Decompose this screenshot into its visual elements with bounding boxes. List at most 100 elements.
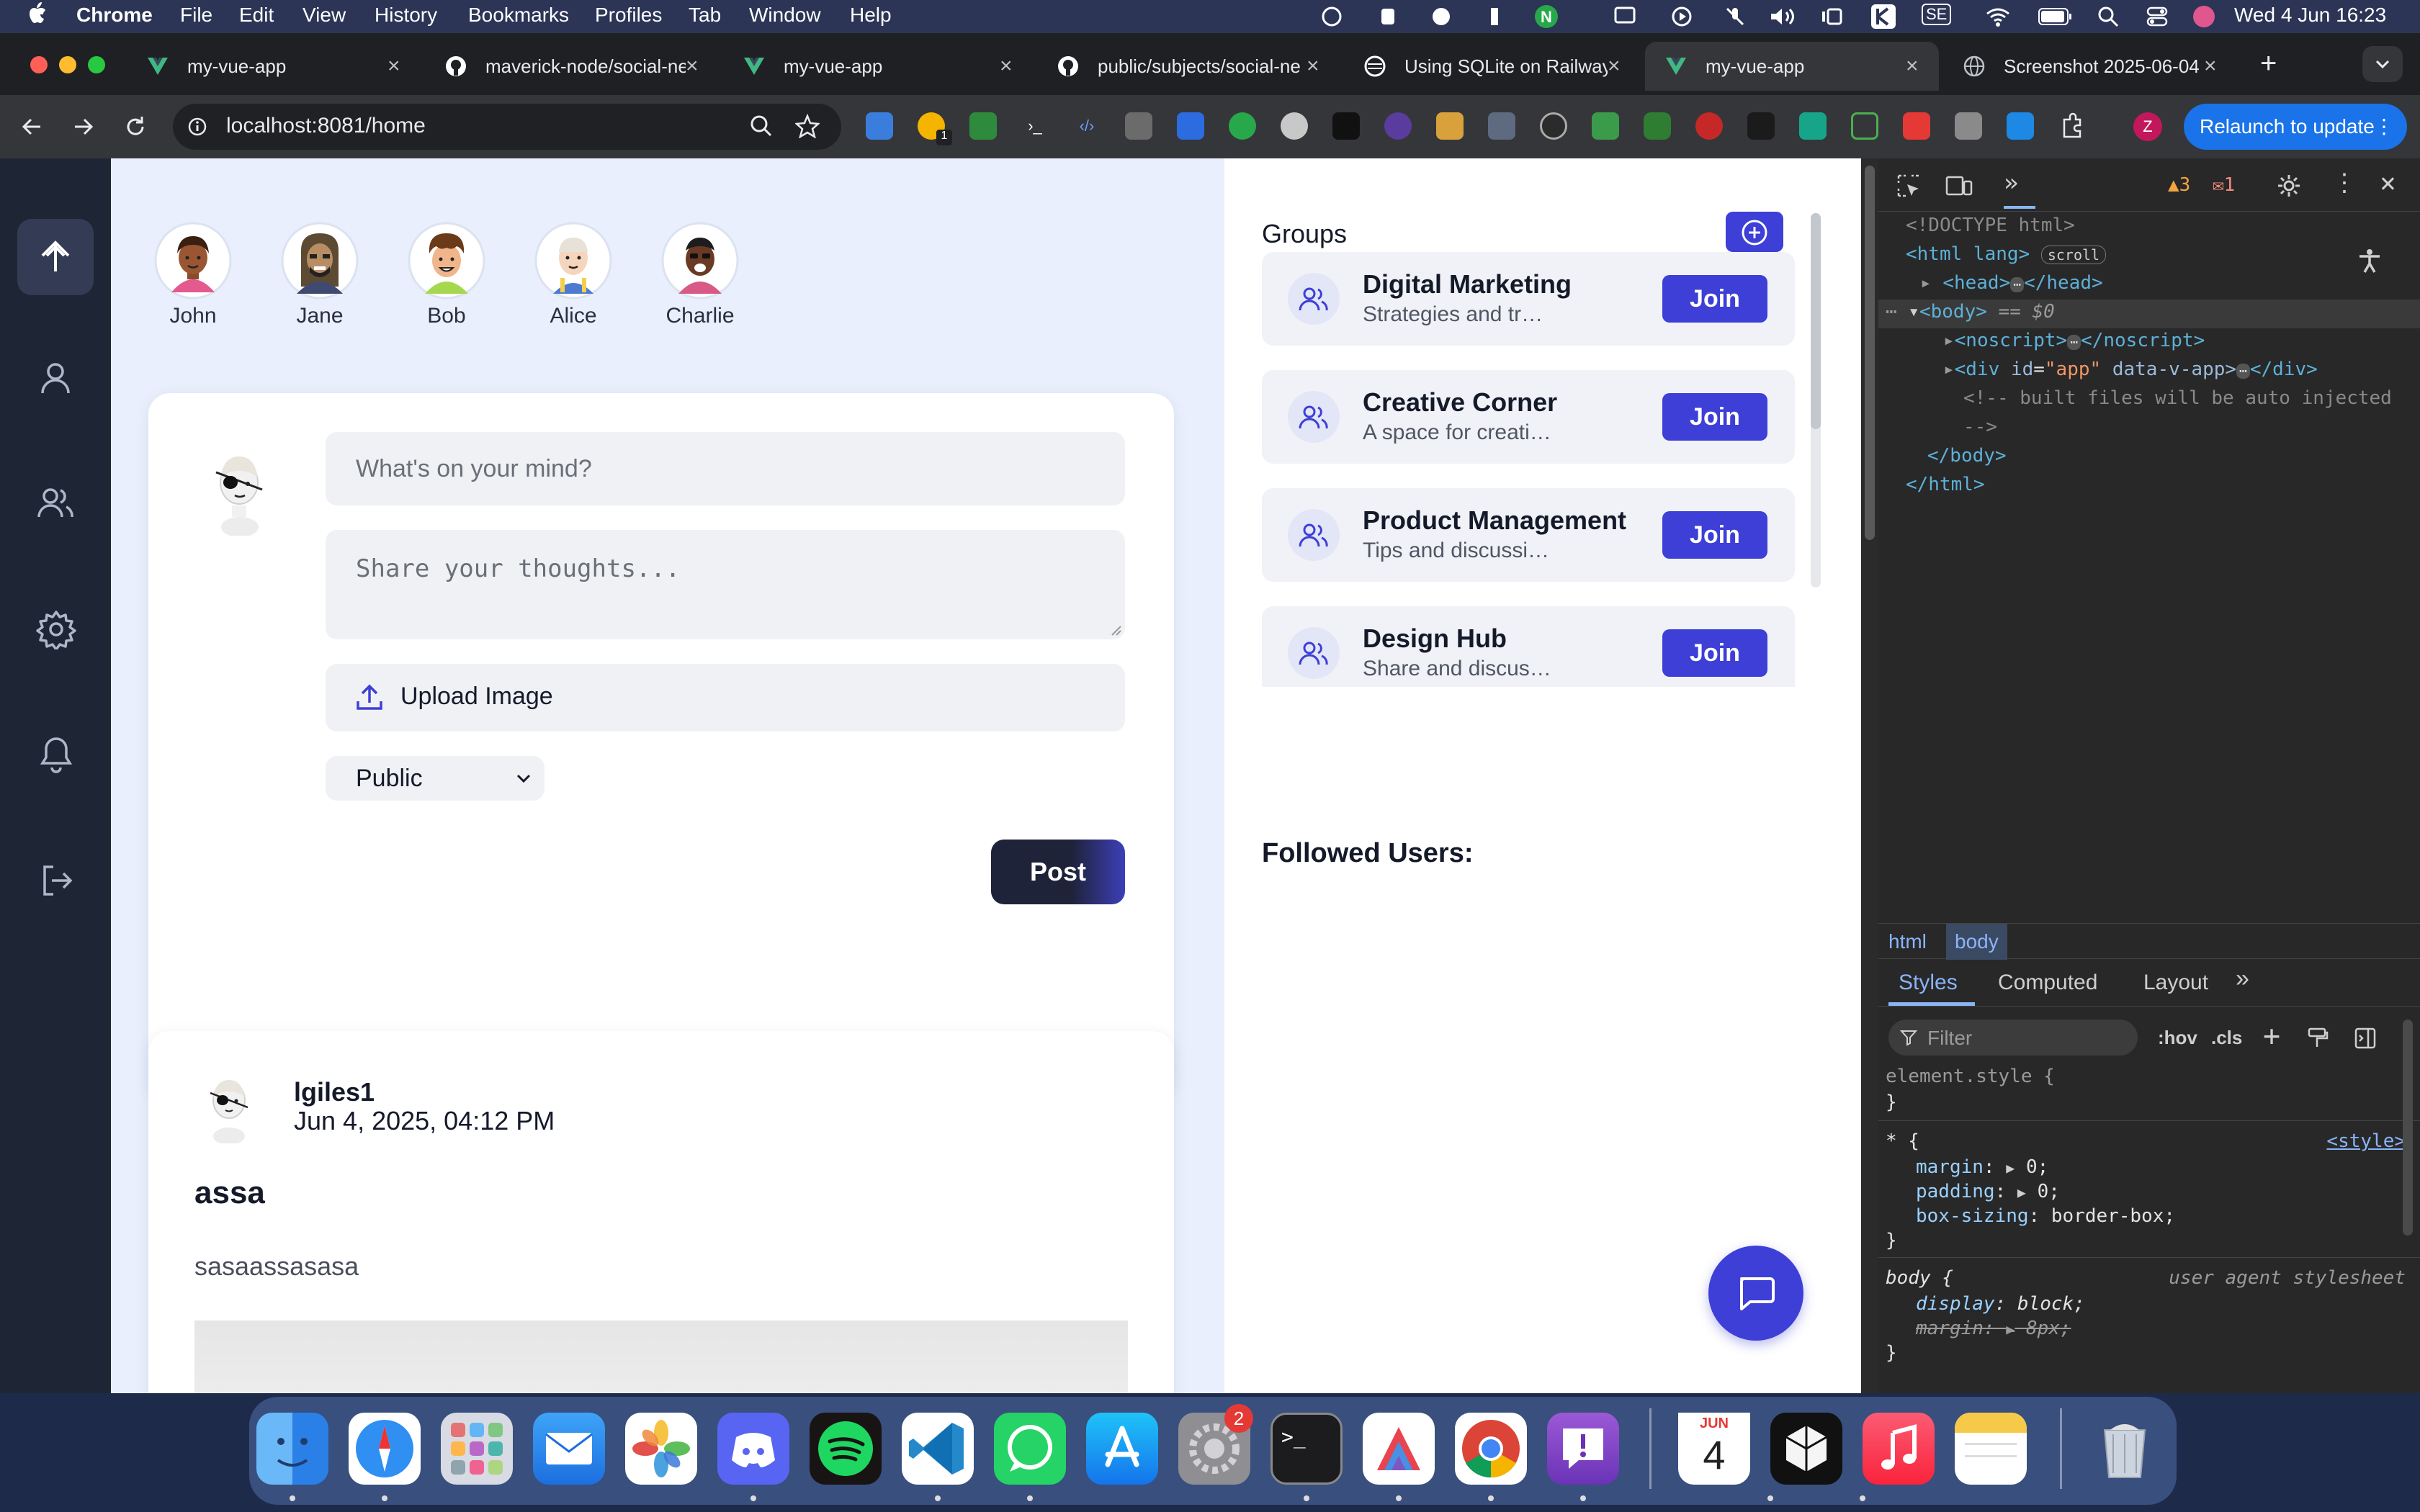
close-devtools-icon[interactable]: × <box>2380 167 2396 199</box>
expand-arrow-icon[interactable]: ▶ <box>2017 1184 2026 1201</box>
expand-arrow-icon[interactable]: ▶ <box>2006 1159 2015 1176</box>
extension-icon[interactable]: ‹/› <box>1073 112 1101 140</box>
universal-rule-selector[interactable]: * { <box>1886 1130 1919 1152</box>
dock-whatsapp-icon[interactable] <box>994 1413 1066 1485</box>
status-icon-3[interactable] <box>1430 6 1452 27</box>
extension-icon[interactable] <box>1125 112 1152 140</box>
extension-icon[interactable] <box>1332 112 1360 140</box>
group-card[interactable]: Creative Corner A space for creati… Join <box>1262 370 1795 464</box>
dock-mail-icon[interactable] <box>533 1413 605 1485</box>
styles-scrollbar[interactable] <box>2403 1020 2413 1236</box>
element-style-rule[interactable]: element.style { <box>1886 1066 2055 1087</box>
menu-history[interactable]: History <box>375 4 437 27</box>
play-icon[interactable] <box>1671 6 1693 27</box>
breadcrumb-body[interactable]: body <box>1946 924 2007 960</box>
css-declaration[interactable]: margin: ▶ 0; <box>1916 1156 2048 1178</box>
privacy-select[interactable]: Public <box>326 756 544 801</box>
browser-tab[interactable]: Using SQLite on Railway × <box>1344 42 1641 91</box>
close-tab-icon[interactable]: × <box>1608 54 1629 78</box>
extension-icon[interactable] <box>866 112 893 140</box>
story-item[interactable]: John <box>154 222 232 328</box>
post-button[interactable]: Post <box>991 840 1125 904</box>
dom-body-node[interactable]: ⋯ ▾<body> == $0 <box>1886 301 2055 323</box>
cls-toggle[interactable]: .cls <box>2211 1027 2242 1049</box>
extension-icon[interactable] <box>1644 112 1671 140</box>
status-icon-2[interactable] <box>1377 6 1399 27</box>
menu-bookmarks[interactable]: Bookmarks <box>468 4 569 27</box>
inspect-element-icon[interactable] <box>1896 173 1922 199</box>
gear-icon[interactable] <box>2276 173 2302 199</box>
close-tab-icon[interactable]: × <box>1000 54 1021 78</box>
dom-html-close[interactable]: </html> <box>1906 474 1985 495</box>
expand-arrow-icon[interactable]: ▸ <box>1920 272 1932 294</box>
dom-html-node[interactable]: <html lang> scroll <box>1906 243 2107 265</box>
dock-trash-icon[interactable] <box>2089 1413 2161 1485</box>
sidebar-item-notifications[interactable] <box>37 734 75 775</box>
extension-icon[interactable] <box>1281 112 1308 140</box>
story-item[interactable]: Bob <box>408 222 485 328</box>
close-tab-icon[interactable]: × <box>1307 54 1328 78</box>
close-tab-icon[interactable]: × <box>686 54 707 78</box>
extension-icon[interactable] <box>1799 112 1827 140</box>
status-icon-n[interactable]: N <box>1534 4 1559 29</box>
clock[interactable]: Wed 4 Jun 16:23 <box>2234 4 2386 27</box>
dock-safari-icon[interactable] <box>349 1413 421 1485</box>
join-group-button[interactable]: Join <box>1662 629 1767 677</box>
page-scrollbar-thumb[interactable] <box>1865 166 1875 540</box>
dom-noscript-node[interactable]: ▸<noscript> ⋯ </noscript> <box>1943 330 2205 351</box>
css-declaration[interactable]: display: block; <box>1916 1293 2085 1315</box>
extension-icon[interactable] <box>1488 112 1515 140</box>
input-source-indicator[interactable]: SE <box>1922 4 1952 25</box>
extension-icon[interactable] <box>1177 112 1204 140</box>
dom-comment-line-2[interactable]: --> <box>1963 416 1997 438</box>
errors-counter[interactable]: ✉1 <box>2213 174 2235 196</box>
chat-button[interactable] <box>1708 1246 1803 1341</box>
site-info-icon[interactable] <box>187 117 207 137</box>
dock-feedback-icon[interactable] <box>1547 1413 1619 1485</box>
groups-scrollbar[interactable] <box>1811 213 1821 588</box>
dom-head-node[interactable]: ▸ <head> ⋯ </head> <box>1920 272 2103 294</box>
screen-mirror-icon[interactable] <box>1613 6 1638 27</box>
bookmark-star-icon[interactable] <box>795 114 820 138</box>
mic-off-icon[interactable] <box>1724 6 1746 27</box>
expand-arrow-icon[interactable]: ▶ <box>2006 1320 2015 1338</box>
browser-tab[interactable]: my-vue-app × <box>723 42 1033 91</box>
status-icon-4[interactable] <box>1484 6 1505 27</box>
dock-affinity-icon[interactable] <box>1363 1413 1435 1485</box>
wifi-icon[interactable] <box>1985 6 2011 27</box>
dom-comment-line-1[interactable]: <!-- built files will be auto injected <box>1963 387 2392 409</box>
join-group-button[interactable]: Join <box>1662 511 1767 559</box>
new-rule-icon[interactable]: + <box>2263 1020 2280 1053</box>
reload-icon[interactable] <box>122 114 148 140</box>
ellipsis-badge[interactable]: ⋯ <box>2236 364 2250 379</box>
resize-handle-icon[interactable] <box>1111 625 1122 636</box>
page-scrollbar[interactable] <box>1861 158 1878 1393</box>
browser-tab[interactable]: public/subjects/social-ne × <box>1037 42 1340 91</box>
menu-window[interactable]: Window <box>749 4 821 27</box>
url-text[interactable]: localhost:8081/home <box>226 114 426 138</box>
sidebar-item-home[interactable] <box>17 219 94 295</box>
extension-icon[interactable] <box>1955 112 1982 140</box>
sidebar-toggle-icon[interactable] <box>2354 1027 2377 1050</box>
story-item[interactable]: Alice <box>534 222 612 328</box>
accessibility-icon[interactable] <box>2355 246 2384 275</box>
story-item[interactable]: Charlie <box>661 222 739 328</box>
menu-chrome[interactable]: Chrome <box>76 4 153 27</box>
close-tab-icon[interactable]: × <box>2204 54 2226 78</box>
relaunch-button[interactable]: Relaunch to update ⋮ <box>2184 104 2407 150</box>
dock-launchpad-icon[interactable] <box>441 1413 513 1485</box>
forward-icon[interactable] <box>71 114 97 140</box>
dock-finder-icon[interactable] <box>256 1413 328 1485</box>
create-group-button[interactable] <box>1726 212 1783 252</box>
volume-icon[interactable] <box>1769 6 1798 27</box>
sidebar-item-logout[interactable] <box>39 863 75 899</box>
browser-tab[interactable]: maverick-node/social-ne × <box>425 42 719 91</box>
css-declaration[interactable]: box-sizing: border-box; <box>1916 1205 2175 1227</box>
browser-tab[interactable]: Screenshot 2025-06-04 × <box>1943 42 2237 91</box>
extension-icon[interactable] <box>1592 112 1619 140</box>
dock-terminal-icon[interactable]: >_ <box>1270 1413 1343 1485</box>
close-tab-icon[interactable]: × <box>387 54 409 78</box>
dom-app-div-node[interactable]: ▸<div id="app" data-v-app> ⋯ </div> <box>1943 359 2318 380</box>
tab-layout[interactable]: Layout <box>2143 971 2208 995</box>
more-tabs-icon[interactable]: » <box>2236 965 2249 993</box>
